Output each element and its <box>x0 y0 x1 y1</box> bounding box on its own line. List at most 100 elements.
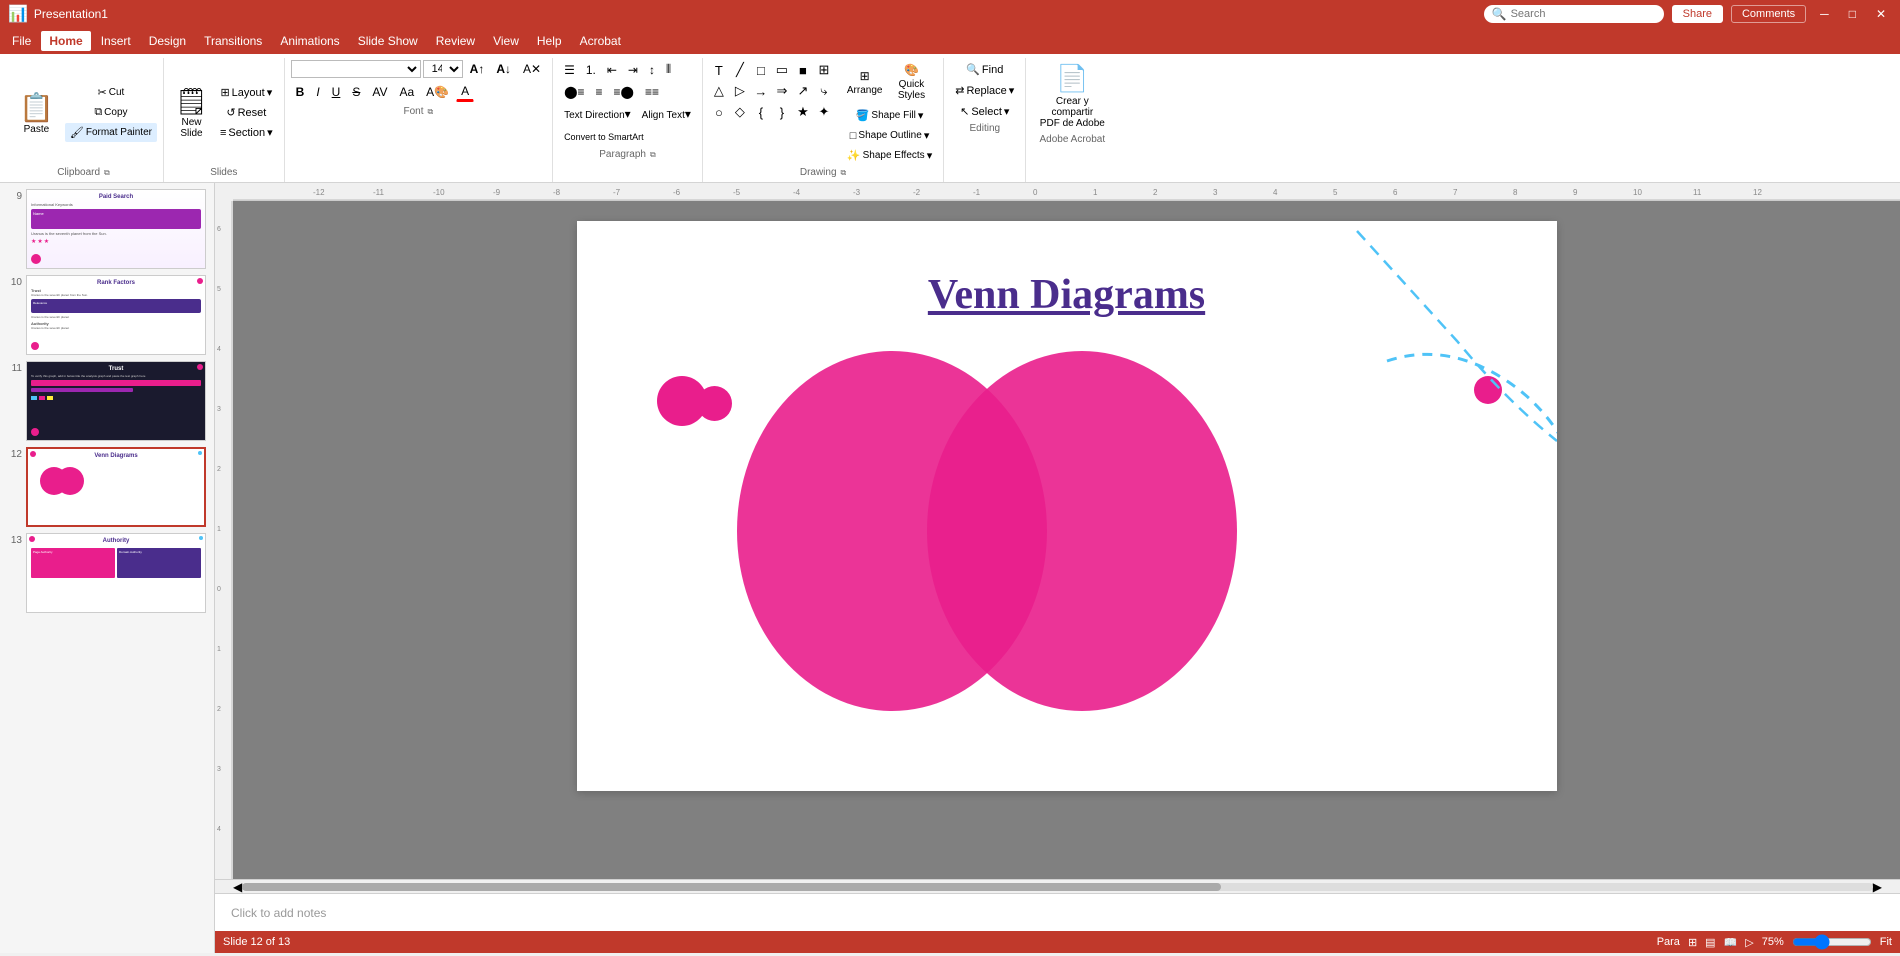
new-slide-button[interactable]: 🗒 New Slide <box>170 83 213 142</box>
font-size-large-button[interactable]: Aa <box>394 83 419 101</box>
fit-btn[interactable]: Fit <box>1880 936 1892 948</box>
shape-tri-btn[interactable]: △ <box>709 81 729 101</box>
shape-arrow-btn[interactable]: → <box>751 81 771 101</box>
menu-insert[interactable]: Insert <box>93 31 139 51</box>
shape-connector-btn[interactable]: ⤷ <box>814 81 834 101</box>
menu-acrobat[interactable]: Acrobat <box>572 31 629 51</box>
clipboard-expand-icon[interactable]: ⧉ <box>104 168 110 178</box>
slide-thumbnail-13[interactable]: 13 Authority Page Authority Domain Autho… <box>8 533 206 613</box>
menu-view[interactable]: View <box>485 31 527 51</box>
shape-brace-btn[interactable]: { <box>751 102 771 122</box>
find-button[interactable]: 🔍 Find <box>950 60 1019 79</box>
quick-styles-button[interactable]: 🎨 Quick Styles <box>889 60 933 104</box>
font-size-select[interactable]: 14 <box>423 60 463 78</box>
strikethrough-button[interactable]: S <box>347 83 365 101</box>
spacing-button[interactable]: AV <box>367 83 392 101</box>
clear-format-button[interactable]: A✕ <box>518 60 546 78</box>
font-color-button[interactable]: A <box>456 82 474 102</box>
layout-button[interactable]: ⊞ Layout ▾ <box>215 83 278 102</box>
venn-diagram[interactable] <box>737 351 1357 731</box>
highlight-color-button[interactable]: A🎨 <box>421 83 454 101</box>
increase-font-button[interactable]: A↑ <box>465 60 490 78</box>
menu-design[interactable]: Design <box>141 31 194 51</box>
shape-effects-button[interactable]: ✨ Shape Effects▾ <box>842 146 937 165</box>
indent-decrease-button[interactable]: ⇤ <box>602 61 622 79</box>
numbering-button[interactable]: 1. <box>581 61 601 79</box>
create-pdf-button[interactable]: 📄 Crear y compartir PDF de Adobe <box>1032 60 1112 132</box>
justify-button[interactable]: ≡≡ <box>640 83 664 101</box>
close-button[interactable]: ✕ <box>1870 7 1892 21</box>
text-direction-button[interactable]: Text Direction▾ <box>559 105 636 123</box>
minimize-button[interactable]: ─ <box>1814 7 1835 21</box>
comments-button[interactable]: Comments <box>1731 5 1806 23</box>
venn-circle-right[interactable] <box>927 351 1237 711</box>
drawing-expand-icon[interactable]: ⧉ <box>841 168 847 178</box>
slide-canvas[interactable]: Venn Diagrams <box>577 221 1557 791</box>
menu-home[interactable]: Home <box>41 31 90 51</box>
columns-button[interactable]: ⫴ <box>661 60 676 79</box>
view-reading-btn[interactable]: 📖 <box>1724 936 1738 949</box>
line-spacing-button[interactable]: ↕ <box>644 61 660 79</box>
font-family-select[interactable] <box>291 60 421 78</box>
paste-button[interactable]: 📋 Paste <box>10 83 63 142</box>
slide-thumbnail-10[interactable]: 10 Rank Factors Trust Uranus is the seve… <box>8 275 206 355</box>
decrease-font-button[interactable]: A↓ <box>491 60 516 78</box>
notes-placeholder[interactable]: Click to add notes <box>231 906 326 920</box>
scroll-thumb[interactable] <box>242 883 1220 891</box>
zoom-slider[interactable] <box>1792 934 1872 950</box>
section-button[interactable]: ≡ Section ▾ <box>215 123 278 142</box>
shape-rect-btn[interactable]: □ <box>751 60 771 80</box>
indent-increase-button[interactable]: ⇥ <box>623 61 643 79</box>
italic-button[interactable]: I <box>311 83 324 101</box>
align-text-button[interactable]: Align Text▾ <box>637 105 696 123</box>
shape-star-btn[interactable]: ★ <box>793 102 813 122</box>
select-button[interactable]: ↖ Select▾ <box>950 102 1019 121</box>
para-expand-icon[interactable]: ⧉ <box>650 150 656 160</box>
slide-scroll-area[interactable]: Venn Diagrams <box>233 201 1900 879</box>
shape-rect2-btn[interactable]: ■ <box>793 60 813 80</box>
slide-thumbnail-9[interactable]: 9 Paid Search Informational Keywords Nam… <box>8 189 206 269</box>
horizontal-scrollbar[interactable]: ◀ ▶ <box>215 879 1900 893</box>
shape-tri2-btn[interactable]: ▷ <box>730 81 750 101</box>
shape-diamond-btn[interactable]: ◇ <box>730 102 750 122</box>
arrange-button[interactable]: ⊞ Arrange <box>842 60 888 104</box>
scroll-right-btn[interactable]: ▶ <box>1873 880 1882 894</box>
menu-review[interactable]: Review <box>428 31 483 51</box>
scroll-left-btn[interactable]: ◀ <box>233 880 242 894</box>
shape-custom-btn[interactable]: ✦ <box>814 102 834 122</box>
format-painter-button[interactable]: 🖌 Format Painter <box>65 123 157 142</box>
align-center-button[interactable]: ≡ <box>591 83 608 101</box>
menu-slideshow[interactable]: Slide Show <box>350 31 426 51</box>
convert-smartart-button[interactable]: Convert to SmartArt <box>559 127 649 145</box>
view-slide-btn[interactable]: ▤ <box>1705 936 1715 949</box>
view-normal-btn[interactable]: ⊞ <box>1688 936 1697 949</box>
menu-help[interactable]: Help <box>529 31 570 51</box>
search-box[interactable]: 🔍 <box>1484 5 1664 23</box>
view-slideshow-btn[interactable]: ▷ <box>1745 936 1753 949</box>
shape-arrow3-btn[interactable]: ↗ <box>793 81 813 101</box>
shape-brace2-btn[interactable]: } <box>772 102 792 122</box>
align-left-button[interactable]: ⬤≡ <box>559 83 589 101</box>
maximize-button[interactable]: □ <box>1843 7 1862 21</box>
menu-animations[interactable]: Animations <box>272 31 347 51</box>
menu-transitions[interactable]: Transitions <box>196 31 270 51</box>
replace-button[interactable]: ⇄ Replace▾ <box>950 81 1019 100</box>
slide-thumbnail-12[interactable]: 12 Venn Diagrams <box>8 447 206 527</box>
shape-circle-btn[interactable]: ○ <box>709 102 729 122</box>
cut-button[interactable]: ✂ Cut <box>65 83 157 102</box>
slide-thumbnail-11[interactable]: 11 Trust To verify this graph, add in be… <box>8 361 206 441</box>
shape-text-btn[interactable]: T <box>709 60 729 80</box>
shape-line-btn[interactable]: ╱ <box>730 60 750 80</box>
shape-more-btn[interactable]: ⊞ <box>814 60 834 80</box>
font-expand-icon[interactable]: ⧉ <box>428 107 434 117</box>
notes-bar[interactable]: Click to add notes <box>215 893 1900 931</box>
bold-button[interactable]: B <box>291 83 310 101</box>
shape-fill-button[interactable]: 🪣 Shape Fill▾ <box>842 106 937 125</box>
bullets-button[interactable]: ☰ <box>559 61 580 79</box>
search-input[interactable] <box>1511 8 1651 20</box>
align-right-button[interactable]: ≡⬤ <box>609 83 639 101</box>
shape-arrow2-btn[interactable]: ⇒ <box>772 81 792 101</box>
reset-button[interactable]: ↺ Reset <box>215 103 278 122</box>
copy-button[interactable]: ⧉ Copy <box>65 103 157 122</box>
slide-panel[interactable]: 9 Paid Search Informational Keywords Nam… <box>0 183 215 953</box>
